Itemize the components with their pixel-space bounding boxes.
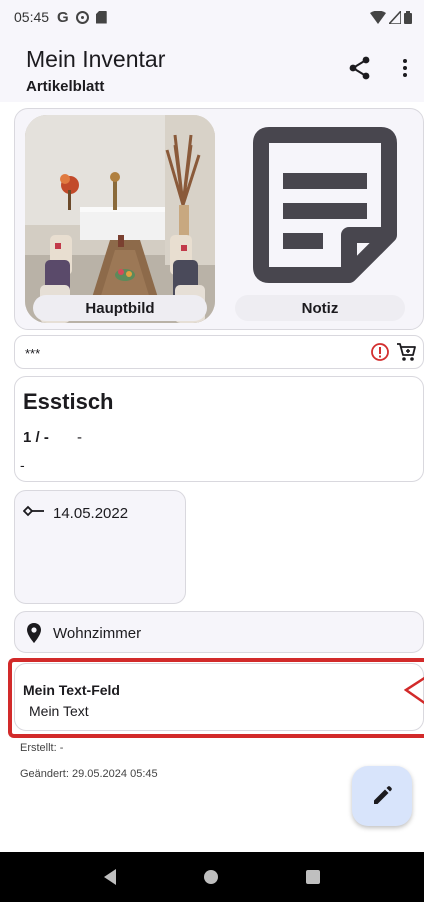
item-title-card[interactable]: Esstisch 1 / - - - <box>14 376 424 482</box>
highlight-box <box>8 658 424 738</box>
location-value: Wohnzimmer <box>53 625 142 642</box>
main-image-label: Hauptbild <box>33 295 207 321</box>
images-card: Hauptbild Notiz <box>14 108 424 330</box>
highlight-arrow-icon <box>404 676 424 705</box>
commit-date-icon <box>23 505 44 517</box>
date-value: 14.05.2022 <box>53 505 129 522</box>
sd-card-icon <box>95 10 107 24</box>
note-icon <box>253 127 397 283</box>
location-pin-icon <box>27 623 41 643</box>
system-nav-bar <box>0 852 424 902</box>
shopping-cart-icon[interactable] <box>395 341 417 363</box>
item-quantity-extra: - <box>77 429 82 446</box>
more-vert-icon <box>403 59 407 63</box>
signal-icon <box>389 10 401 24</box>
nav-back-button[interactable] <box>104 869 116 885</box>
item-title: Esstisch <box>23 389 114 414</box>
changed-info: Geändert: 29.05.2024 05:45 <box>20 768 158 780</box>
alert-icon[interactable] <box>370 342 390 362</box>
edit-fab-button[interactable] <box>352 766 412 826</box>
page-subtitle: Artikelblatt <box>26 78 105 95</box>
dining-room-photo <box>25 115 215 323</box>
nav-recents-button[interactable] <box>306 870 320 884</box>
share-icon <box>349 56 370 80</box>
google-icon: G <box>57 8 69 26</box>
date-card[interactable]: 14.05.2022 <box>14 490 186 604</box>
location-card[interactable]: Wohnzimmer <box>14 611 424 653</box>
status-time: 05:45 <box>14 9 50 25</box>
more-options-button[interactable] <box>393 54 417 82</box>
content-area: Hauptbild Notiz *** Esstisch 1 / - - - 1… <box>0 102 424 852</box>
status-bar: 05:45 G <box>0 0 424 34</box>
main-image-tile[interactable]: Hauptbild <box>25 115 215 323</box>
sync-icon <box>75 10 89 24</box>
battery-icon <box>404 10 412 24</box>
code-value: *** <box>25 346 41 361</box>
app-title: Mein Inventar <box>26 46 166 72</box>
code-row[interactable]: *** <box>14 335 424 369</box>
nav-home-button[interactable] <box>204 870 218 884</box>
app-bar: Mein Inventar Artikelblatt <box>0 34 424 102</box>
note-label: Notiz <box>235 295 405 321</box>
item-quantity: 1 / - <box>23 429 49 446</box>
edit-pencil-icon <box>374 786 392 804</box>
wifi-icon <box>370 10 386 24</box>
share-button[interactable] <box>346 54 374 82</box>
created-info: Erstellt: - <box>20 742 64 754</box>
item-description: - <box>20 457 25 473</box>
note-tile[interactable]: Notiz <box>233 115 417 323</box>
